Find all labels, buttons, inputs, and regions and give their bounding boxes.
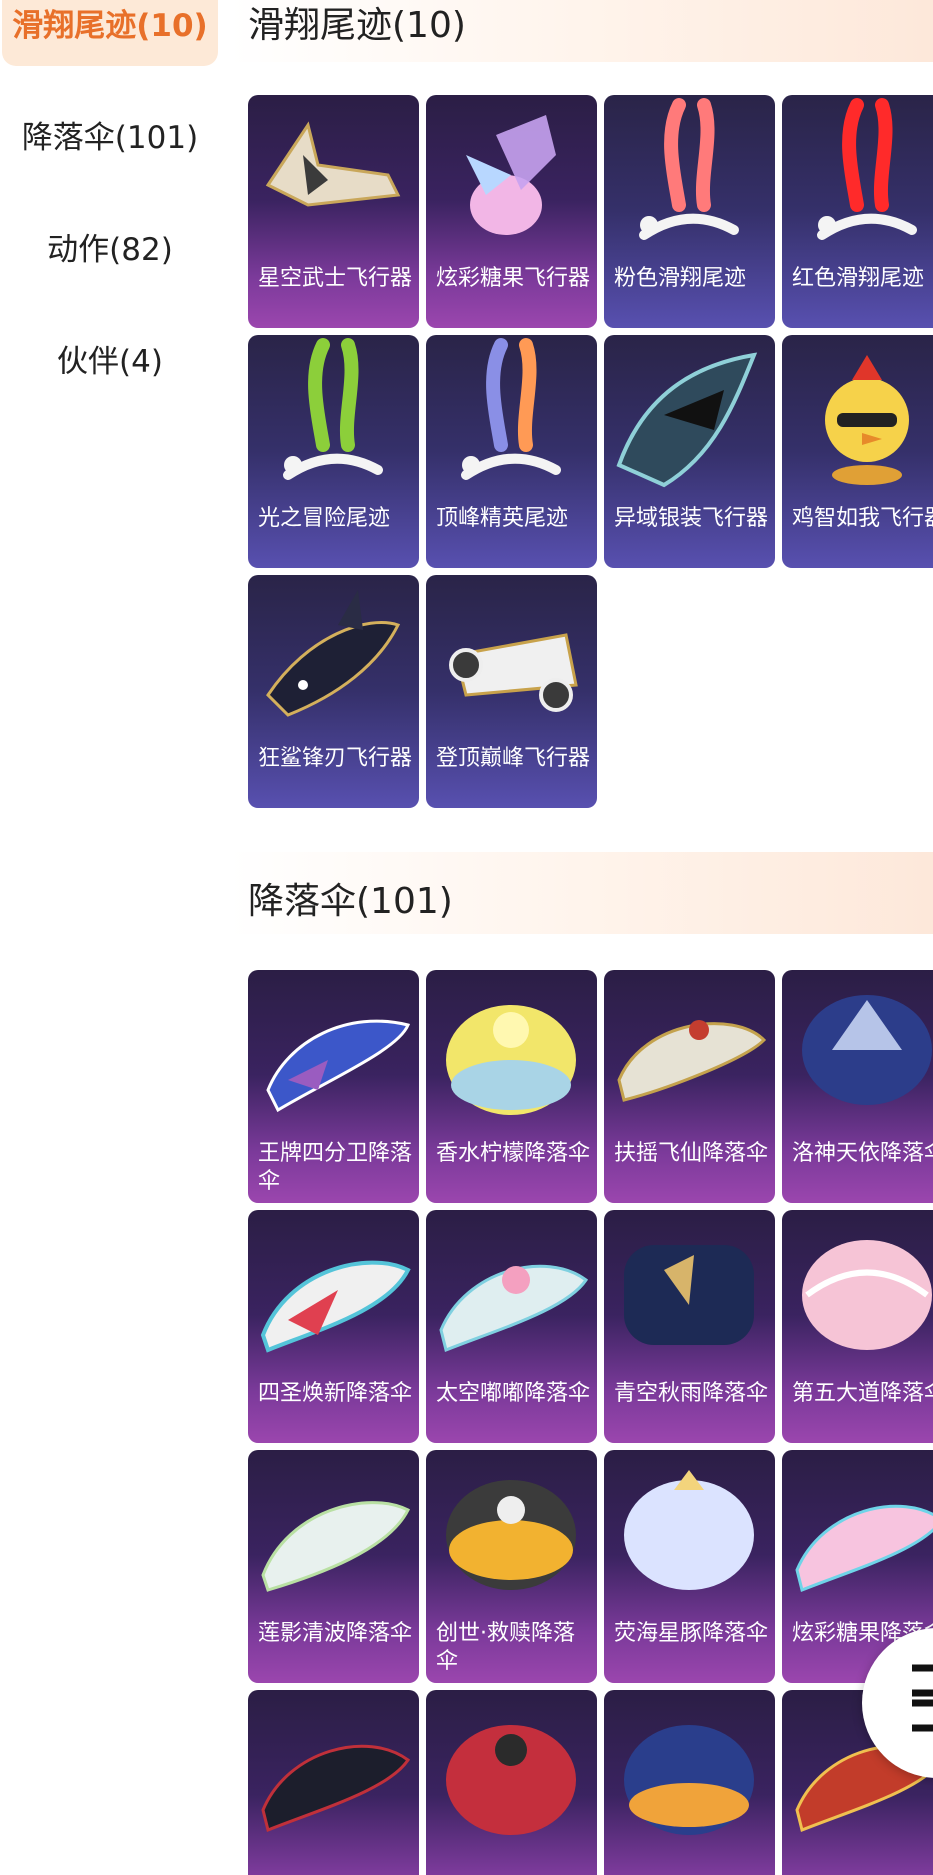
parachute-icon: [261, 1501, 411, 1592]
section-header-glide-trail: 滑翔尾迹(10): [230, 0, 933, 62]
item-card[interactable]: 扶摇飞仙降落伞: [604, 970, 775, 1203]
parachute-icon: [624, 1470, 754, 1590]
red-trail-icon: [817, 98, 917, 240]
loop-icon: [912, 1664, 933, 1732]
sidebar-item-action[interactable]: 动作(82): [0, 224, 220, 269]
section-title: 滑翔尾迹(10): [248, 5, 466, 46]
parachute-icon: [261, 1744, 411, 1833]
parachute-icon: [446, 1005, 576, 1115]
item-card[interactable]: 王牌四分卫降落伞: [248, 970, 419, 1203]
parachute-icon: [802, 1240, 932, 1350]
item-card[interactable]: 莲影清波降落伞: [248, 1450, 419, 1683]
item-card[interactable]: 青空秋雨降落伞: [604, 1210, 775, 1443]
parachute-icon: [624, 1245, 754, 1345]
shark-glider-icon: [266, 590, 401, 717]
parachute-icon: [446, 1725, 576, 1835]
green-trail-icon: [283, 338, 383, 480]
item-grid-parachute: 王牌四分卫降落伞 香水柠檬降落伞 扶摇飞仙降落伞 洛神天依降落伞 四圣焕新降落伞…: [248, 970, 933, 1875]
parachute-icon: [617, 1020, 767, 1102]
sidebar-item-glide-trail[interactable]: 滑翔尾迹(10): [2, 0, 218, 66]
item-card[interactable]: 红色滑翔尾迹: [782, 95, 933, 328]
glider-icon: [265, 121, 401, 207]
item-grid-glide-trail: 星空武士飞行器 炫彩糖果飞行器 粉色滑翔尾迹 红色滑翔尾迹 光之冒险尾迹 顶峰精…: [248, 95, 933, 808]
item-card[interactable]: 炫彩糖果飞行器: [426, 95, 597, 328]
item-card[interactable]: 洛神天依降落伞: [782, 970, 933, 1203]
parachute-icon: [624, 1725, 754, 1835]
parachute-icon: [795, 1504, 933, 1593]
parachute-icon: [446, 1480, 576, 1590]
item-card[interactable]: 光之冒险尾迹: [248, 335, 419, 568]
winged-glider-icon: [616, 352, 758, 488]
jet-glider-icon: [449, 633, 578, 712]
item-card[interactable]: 星空武士飞行器: [248, 95, 419, 328]
chicken-glider-icon: [825, 355, 909, 485]
item-card[interactable]: 四圣焕新降落伞: [248, 1210, 419, 1443]
item-card[interactable]: 异域银装飞行器: [604, 335, 775, 568]
sidebar-item-partner[interactable]: 伙伴(4): [0, 336, 220, 381]
parachute-icon: [802, 995, 932, 1105]
parachute-icon: [260, 1260, 411, 1353]
item-card[interactable]: 香水柠檬降落伞: [426, 970, 597, 1203]
item-card[interactable]: 狂鲨锋刃飞行器: [248, 575, 419, 808]
item-card[interactable]: [248, 1690, 419, 1875]
section-header-parachute: 降落伞(101): [230, 852, 933, 934]
item-card[interactable]: 第五大道降落伞: [782, 1210, 933, 1443]
section-title: 降落伞(101): [248, 881, 453, 922]
pink-trail-icon: [639, 98, 739, 240]
item-card[interactable]: 粉色滑翔尾迹: [604, 95, 775, 328]
category-sidebar: 滑翔尾迹(10) 降落伞(101) 动作(82) 伙伴(4): [0, 0, 220, 1875]
parachute-icon: [266, 1019, 411, 1113]
item-card[interactable]: 荧海星豚降落伞: [604, 1450, 775, 1683]
item-card[interactable]: [604, 1690, 775, 1875]
item-card[interactable]: 鸡智如我飞行器: [782, 335, 933, 568]
item-card[interactable]: 创世·救赎降落伞: [426, 1450, 597, 1683]
orange-trail-icon: [461, 338, 561, 480]
item-card[interactable]: 太空嘟嘟降落伞: [426, 1210, 597, 1443]
sidebar-item-parachute[interactable]: 降落伞(101): [0, 112, 220, 157]
item-card[interactable]: [426, 1690, 597, 1875]
parachute-icon: [439, 1264, 589, 1353]
page: 滑翔尾迹(10) 降落伞(101) 动作(82) 伙伴(4) 滑翔尾迹(10) …: [0, 0, 933, 1875]
candy-glider-icon: [466, 115, 556, 235]
item-card[interactable]: 登顶巅峰飞行器: [426, 575, 597, 808]
item-card[interactable]: 顶峰精英尾迹: [426, 335, 597, 568]
